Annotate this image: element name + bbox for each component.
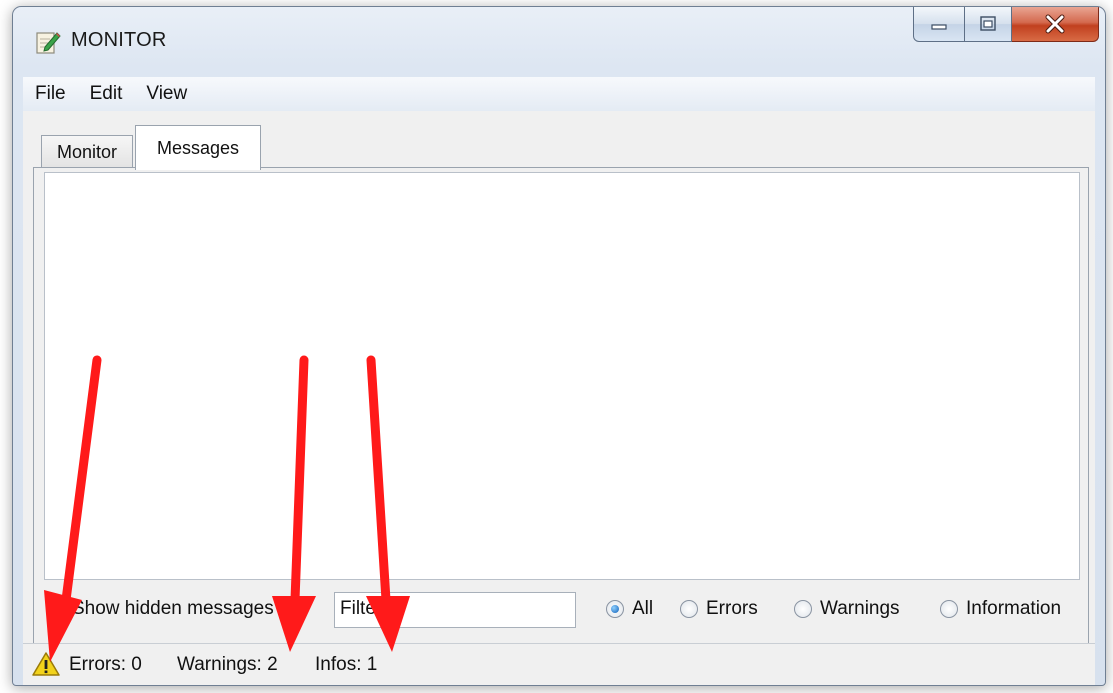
window-controls bbox=[913, 7, 1099, 43]
radio-all[interactable] bbox=[606, 600, 624, 618]
minimize-icon bbox=[931, 24, 947, 30]
radio-all-label: All bbox=[632, 598, 654, 619]
filter-input-box[interactable] bbox=[334, 592, 576, 628]
window-title: MONITOR bbox=[71, 29, 167, 51]
menu-file[interactable]: File bbox=[23, 83, 78, 105]
title-bar[interactable]: MONITOR bbox=[13, 7, 1105, 69]
show-hidden-checkbox[interactable] bbox=[48, 601, 67, 620]
status-errors: Errors: 0 bbox=[69, 654, 142, 675]
radio-warnings[interactable] bbox=[794, 600, 812, 618]
warning-triangle-icon bbox=[32, 652, 60, 676]
menu-bar: File Edit View bbox=[23, 77, 1095, 112]
filter-row: Show hidden messages Filter All Errors W… bbox=[34, 588, 1088, 636]
status-warnings: Warnings: 2 bbox=[177, 654, 278, 675]
close-button[interactable] bbox=[1012, 7, 1099, 42]
radio-information[interactable] bbox=[940, 600, 958, 618]
maximize-button[interactable] bbox=[965, 7, 1012, 42]
tab-monitor[interactable]: Monitor bbox=[41, 135, 133, 168]
show-hidden-label: Show hidden messages bbox=[72, 598, 274, 619]
client-area: Monitor Messages Show hidden messages Fi… bbox=[23, 111, 1095, 685]
minimize-button[interactable] bbox=[913, 7, 965, 42]
close-icon bbox=[1045, 14, 1065, 34]
menu-edit[interactable]: Edit bbox=[78, 83, 135, 105]
status-bar: Errors: 0 Warnings: 2 Infos: 1 bbox=[23, 643, 1095, 685]
pencil-notepad-icon bbox=[36, 32, 61, 54]
maximize-icon bbox=[980, 16, 996, 31]
radio-errors-label: Errors bbox=[706, 598, 758, 619]
radio-information-label: Information bbox=[966, 598, 1062, 619]
message-list[interactable] bbox=[44, 172, 1080, 580]
radio-warnings-label: Warnings bbox=[820, 598, 900, 619]
status-infos: Infos: 1 bbox=[315, 654, 378, 675]
radio-errors[interactable] bbox=[680, 600, 698, 618]
monitor-window: MONITOR File Edit View Monitor Messages … bbox=[12, 6, 1106, 686]
tab-messages[interactable]: Messages bbox=[135, 125, 261, 170]
messages-panel: Show hidden messages Filter All Errors W… bbox=[33, 167, 1089, 679]
filter-input[interactable] bbox=[335, 593, 575, 627]
menu-view[interactable]: View bbox=[134, 83, 199, 105]
